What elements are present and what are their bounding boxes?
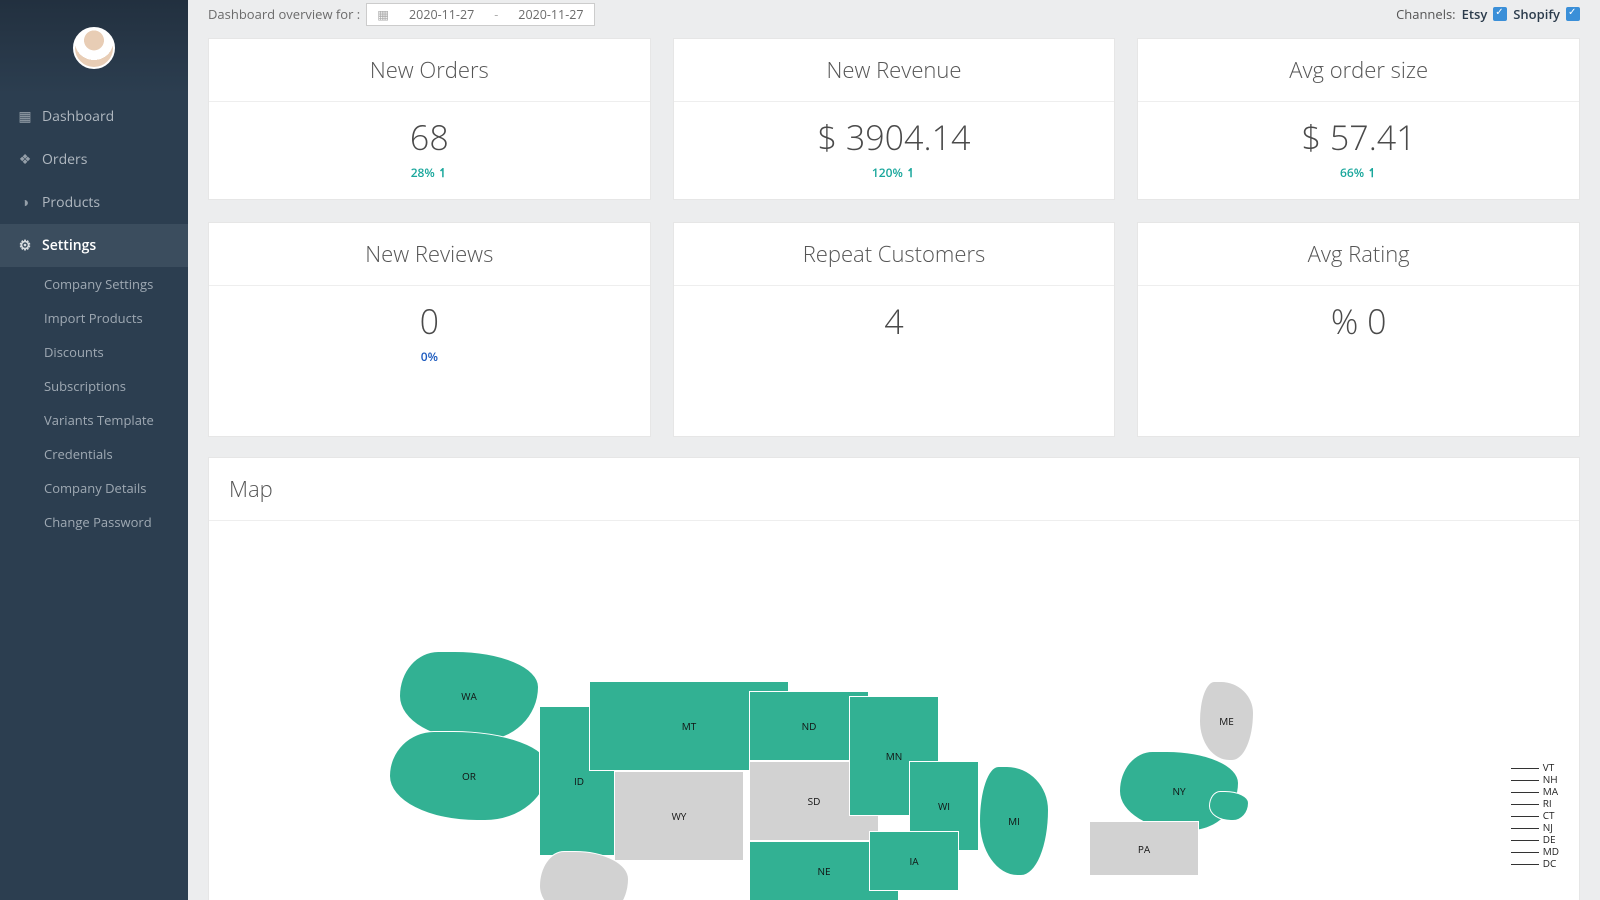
card-title: Repeat Customers [674,223,1115,286]
sidebar-item-label: Products [42,193,100,212]
cube-icon: ❖ [18,153,32,167]
topbar-left: Dashboard overview for : ▦ 2020-11-27 - … [208,3,595,26]
card-diff: 0% [209,348,650,365]
channel-shopify-label: Shopify [1513,5,1560,23]
card-title: Avg order size [1138,39,1579,102]
state-ct[interactable] [1209,791,1249,821]
map-title: Map [209,458,1579,521]
date-from: 2020-11-27 [409,6,474,23]
channel-shopify-checkbox[interactable] [1566,7,1580,21]
card-title: New Orders [209,39,650,102]
card-title: Avg Rating [1138,223,1579,286]
label-dc: DC [1511,857,1559,869]
subnav-variants-template[interactable]: Variants Template [0,403,188,437]
card-value: 4 [674,298,1115,344]
avatar[interactable] [73,27,115,69]
calendar-icon: ▦ [18,110,32,124]
card-value: $ 57.41 [1138,114,1579,160]
state-ia[interactable]: IA [869,831,959,891]
state-or[interactable]: OR [389,731,549,821]
state-mi[interactable]: MI [979,766,1049,876]
sidebar-item-orders[interactable]: ❖ Orders [0,138,188,181]
state-pa[interactable]: PA [1089,821,1199,876]
sidebar-item-label: Settings [42,236,96,255]
label-ma: MA [1511,785,1559,797]
subnav-change-password[interactable]: Change Password [0,505,188,539]
sidebar-item-settings[interactable]: ⚙ Settings [0,224,188,267]
date-to: 2020-11-27 [518,6,583,23]
channel-etsy-label: Etsy [1462,5,1488,23]
nav-list: ▦ Dashboard ❖ Orders ◑ Products ⚙ Settin… [0,95,188,267]
map-section: Map WA OR ID MT ND SD WY NE MN WI IA MI … [208,457,1580,900]
card-title: New Revenue [674,39,1115,102]
state-me[interactable]: ME [1199,681,1254,761]
channels-filter: Channels: Etsy Shopify [1396,5,1580,23]
card-repeat-customers: Repeat Customers 4 [673,222,1116,437]
tag-icon: ◑ [18,196,32,210]
date-range-picker[interactable]: ▦ 2020-11-27 - 2020-11-27 [366,3,594,26]
date-sep: - [494,6,498,23]
card-new-orders: New Orders 68 28% ↿ [208,38,651,200]
sidebar-item-dashboard[interactable]: ▦ Dashboard [0,95,188,138]
subnav-import-products[interactable]: Import Products [0,301,188,335]
topbar: Dashboard overview for : ▦ 2020-11-27 - … [188,0,1600,28]
subnav-credentials[interactable]: Credentials [0,437,188,471]
state-wa[interactable]: WA [399,651,539,741]
card-new-reviews: New Reviews 0 0% [208,222,651,437]
card-diff: 28% ↿ [209,164,650,181]
overview-label: Dashboard overview for : [208,5,360,23]
card-avg-rating: Avg Rating % 0 [1137,222,1580,437]
tiny-state-labels: VT NH MA RI CT NJ DE MD DC [1511,761,1559,869]
card-value: % 0 [1138,298,1579,344]
subnav-subscriptions[interactable]: Subscriptions [0,369,188,403]
card-avg-order-size: Avg order size $ 57.41 66% ↿ [1137,38,1580,200]
channels-label: Channels: [1396,5,1456,23]
sidebar: ▦ Dashboard ❖ Orders ◑ Products ⚙ Settin… [0,0,188,900]
main-content: Dashboard overview for : ▦ 2020-11-27 - … [188,0,1600,900]
avatar-wrap [0,0,188,95]
cogs-icon: ⚙ [18,239,32,253]
sidebar-item-label: Orders [42,150,87,169]
subnav-discounts[interactable]: Discounts [0,335,188,369]
calendar-icon: ▦ [377,6,389,23]
card-value: 0 [209,298,650,344]
card-value: 68 [209,114,650,160]
card-new-revenue: New Revenue $ 3904.14 120% ↿ [673,38,1116,200]
card-title: New Reviews [209,223,650,286]
card-diff: 120% ↿ [674,164,1115,181]
subnav-company-settings[interactable]: Company Settings [0,267,188,301]
state-wy[interactable]: WY [614,771,744,861]
subnav-list: Company Settings Import Products Discoun… [0,267,188,539]
card-value: $ 3904.14 [674,114,1115,160]
channel-etsy-checkbox[interactable] [1493,7,1507,21]
cards-grid: New Orders 68 28% ↿ New Revenue $ 3904.1… [188,28,1600,447]
sidebar-item-label: Dashboard [42,107,114,126]
card-diff: 66% ↿ [1138,164,1579,181]
map-canvas: WA OR ID MT ND SD WY NE MN WI IA MI NY P… [209,521,1579,900]
sidebar-item-products[interactable]: ◑ Products [0,181,188,224]
subnav-company-details[interactable]: Company Details [0,471,188,505]
